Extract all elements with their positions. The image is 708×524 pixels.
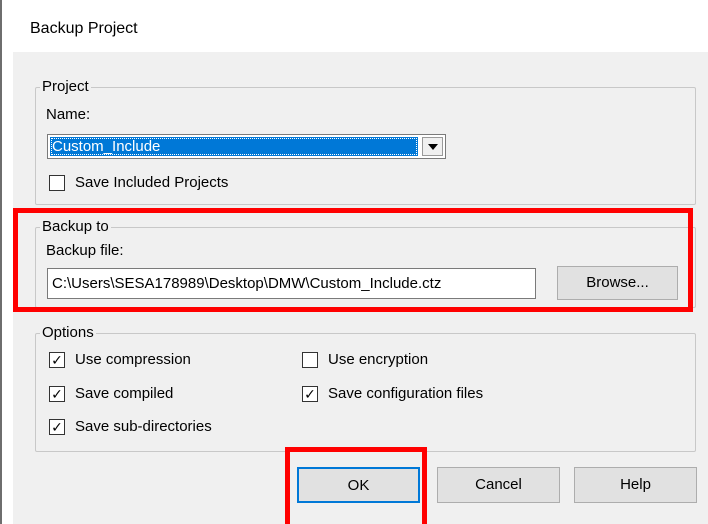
help-button-label: Help	[620, 476, 651, 493]
backup-file-label: Backup file:	[46, 242, 124, 259]
save-configuration-files-label[interactable]: Save configuration files	[328, 385, 483, 403]
use-encryption-label[interactable]: Use encryption	[328, 351, 428, 369]
project-name-combobox[interactable]: Custom_Include	[47, 134, 446, 159]
backup-to-group-legend: Backup to	[40, 218, 111, 236]
save-sub-directories-label[interactable]: Save sub-directories	[75, 418, 212, 436]
project-name-value: Custom_Include	[50, 137, 418, 156]
browse-button-label: Browse...	[586, 274, 649, 291]
browse-button[interactable]: Browse...	[557, 266, 678, 300]
cancel-button-label: Cancel	[475, 476, 522, 493]
dialog-title: Backup Project	[30, 20, 138, 37]
use-compression-checkbox[interactable]: ✓	[49, 352, 65, 368]
window-edge	[0, 0, 2, 524]
save-included-projects-label[interactable]: Save Included Projects	[75, 174, 228, 192]
ok-button[interactable]: OK	[297, 467, 420, 503]
use-compression-label[interactable]: Use compression	[75, 351, 191, 369]
cancel-button[interactable]: Cancel	[437, 467, 560, 503]
options-group-legend: Options	[40, 324, 96, 342]
use-encryption-checkbox[interactable]	[302, 352, 318, 368]
backup-file-input[interactable]: C:\Users\SESA178989\Desktop\DMW\Custom_I…	[47, 268, 536, 299]
chevron-down-icon[interactable]	[422, 137, 443, 156]
save-compiled-checkbox[interactable]: ✓	[49, 386, 65, 402]
save-configuration-files-checkbox[interactable]: ✓	[302, 386, 318, 402]
name-label: Name:	[46, 106, 91, 123]
save-compiled-label[interactable]: Save compiled	[75, 385, 173, 403]
save-sub-directories-checkbox[interactable]: ✓	[49, 419, 65, 435]
ok-button-label: OK	[347, 477, 370, 494]
help-button[interactable]: Help	[574, 467, 697, 503]
project-group-legend: Project	[40, 78, 91, 96]
save-included-projects-checkbox[interactable]	[49, 175, 65, 191]
